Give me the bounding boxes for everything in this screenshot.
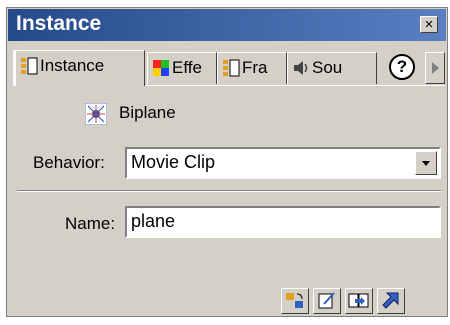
name-label: Name: bbox=[65, 214, 116, 233]
sound-icon bbox=[294, 61, 308, 75]
instance-panel: Instance × Instance Effe Fra Sou ? Bipla… bbox=[6, 7, 448, 317]
launch-button[interactable] bbox=[377, 288, 405, 314]
effect-icon bbox=[153, 60, 169, 76]
instance-name-value: plane bbox=[131, 211, 176, 231]
behavior-label: Behavior: bbox=[33, 153, 105, 172]
frame-icon bbox=[223, 59, 240, 77]
panel-title: Instance bbox=[16, 12, 102, 35]
behavior-dropdown[interactable]: Movie Clip bbox=[125, 147, 441, 179]
close-icon[interactable]: × bbox=[420, 16, 438, 33]
instance-properties: Biplane Behavior: Movie Clip Name: plane bbox=[13, 85, 445, 314]
launch-icon bbox=[382, 292, 399, 309]
edit-actions-button[interactable] bbox=[313, 288, 341, 314]
dropdown-arrow-button[interactable] bbox=[415, 151, 437, 175]
tab-label: Sou bbox=[312, 58, 343, 77]
edit-symbol-button[interactable] bbox=[345, 288, 373, 314]
tab-scroll-right-button[interactable] bbox=[425, 52, 445, 84]
edit-symbol-icon bbox=[348, 293, 369, 308]
help-button[interactable]: ? bbox=[389, 54, 415, 80]
chevron-down-icon bbox=[422, 161, 430, 166]
movie-clip-icon bbox=[85, 103, 107, 125]
chevron-right-icon bbox=[432, 62, 439, 74]
tab-frame[interactable]: Fra bbox=[217, 52, 287, 84]
tab-label: Effe bbox=[172, 58, 202, 77]
tab-label: Instance bbox=[40, 56, 105, 75]
tab-sound[interactable]: Sou bbox=[287, 52, 377, 84]
instance-icon bbox=[21, 57, 38, 75]
symbol-name: Biplane bbox=[119, 103, 176, 122]
tab-instance[interactable]: Instance bbox=[13, 50, 145, 86]
swap-symbol-icon bbox=[286, 293, 303, 308]
tab-label: Fra bbox=[242, 58, 268, 77]
panel-tabs: Instance Effe Fra Sou ? bbox=[13, 50, 445, 86]
panel-titlebar[interactable]: Instance × bbox=[8, 9, 446, 41]
swap-symbol-button[interactable] bbox=[281, 288, 309, 314]
behavior-value: Movie Clip bbox=[131, 152, 216, 172]
divider bbox=[17, 190, 441, 192]
edit-actions-icon bbox=[318, 292, 335, 309]
instance-name-field[interactable]: plane bbox=[125, 206, 441, 238]
tab-effect[interactable]: Effe bbox=[147, 52, 217, 84]
